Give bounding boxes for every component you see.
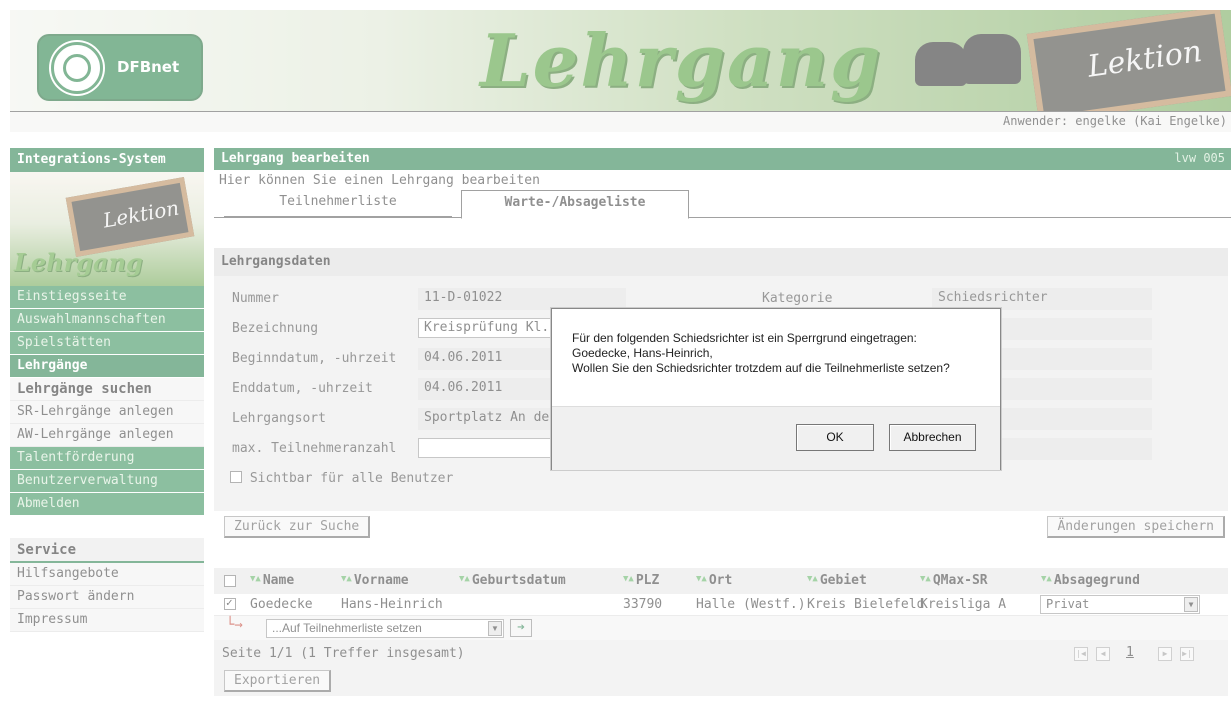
confirm-dialog: Für den folgenden Schiedsrichter ist ein… — [551, 308, 1001, 470]
dialog-line-2: Goedecke, Hans-Heinrich, — [572, 346, 713, 360]
ok-button[interactable]: OK — [796, 424, 874, 451]
dialog-footer: OK Abbrechen — [552, 406, 1000, 470]
dialog-message: Für den folgenden Schiedsrichter ist ein… — [572, 331, 992, 376]
dialog-line-3: Wollen Sie den Schiedsrichter trotzdem a… — [572, 361, 950, 375]
cancel-button[interactable]: Abbrechen — [889, 424, 976, 451]
dialog-line-1: Für den folgenden Schiedsrichter ist ein… — [572, 331, 917, 345]
